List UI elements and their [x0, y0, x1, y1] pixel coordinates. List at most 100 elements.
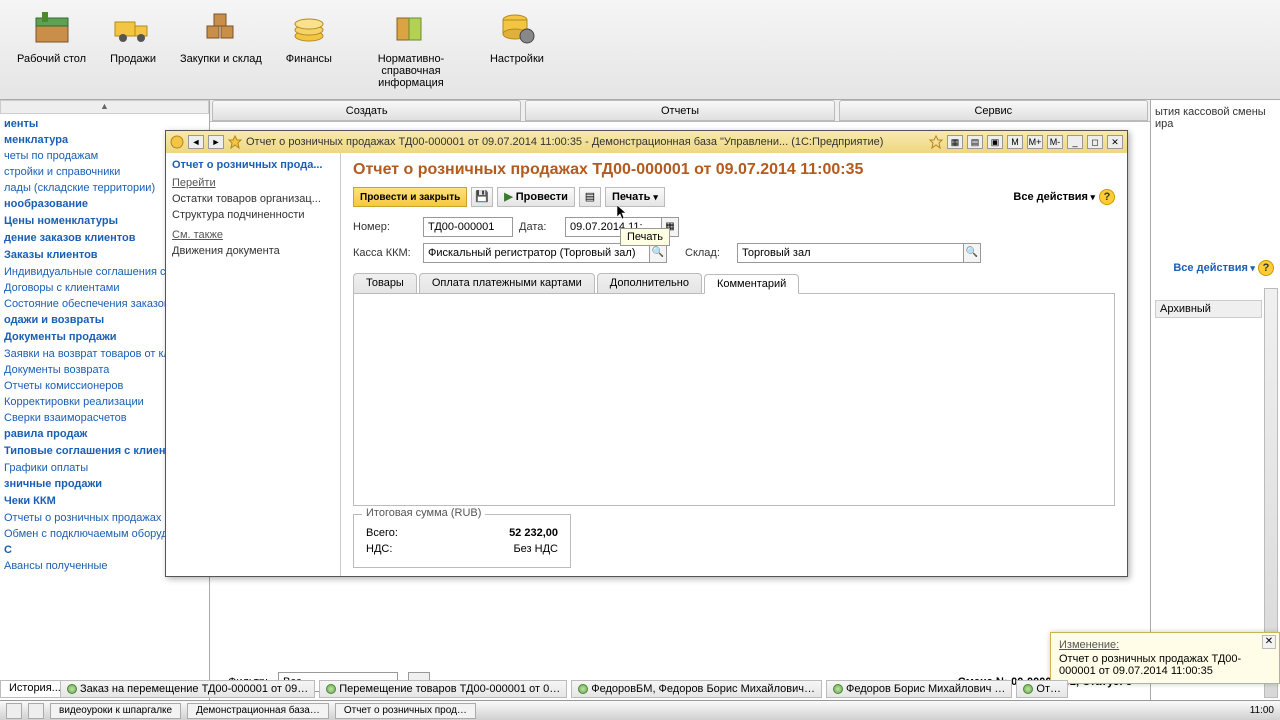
print-button[interactable]: Печать [605, 187, 665, 207]
breadcrumb-item[interactable]: Перемещение товаров ТД00-000001 от 0… [319, 680, 567, 698]
right-text-2: ира [1155, 118, 1276, 130]
nav-section-go: Перейти [172, 177, 334, 189]
tab-cards[interactable]: Оплата платежными картами [419, 273, 595, 293]
notification-title: Изменение: [1059, 639, 1271, 651]
breadcrumb-dot-icon [1023, 684, 1033, 694]
breadcrumb-dot-icon [326, 684, 336, 694]
nav-sales[interactable]: Продажи [98, 0, 168, 99]
tab-service[interactable]: Сервис [839, 100, 1148, 121]
warehouse-label: Склад: [685, 247, 731, 259]
window-titlebar[interactable]: ◄ ► Отчет о розничных продажах ТД00-0000… [166, 131, 1127, 153]
archive-column-header[interactable]: Архивный [1155, 300, 1262, 318]
nav-purchases[interactable]: Закупки и склад [168, 0, 274, 99]
scroll-up-button[interactable]: ▲ [0, 100, 209, 114]
kkm-input[interactable] [423, 243, 649, 263]
back-button[interactable]: ◄ [188, 135, 204, 149]
total-label: Всего: [366, 527, 398, 539]
help-icon[interactable]: ? [1258, 260, 1274, 276]
number-label: Номер: [353, 221, 417, 233]
star-icon[interactable] [228, 135, 242, 149]
doc-tabs: Товары Оплата платежными картами Дополни… [353, 273, 1115, 293]
nav-link-movements[interactable]: Движения документа [172, 243, 334, 259]
totals-legend: Итоговая сумма (RUB) [362, 507, 485, 519]
window-title: Отчет о розничных продажах ТД00-000001 о… [246, 136, 925, 148]
nav-settings[interactable]: Настройки [478, 0, 556, 99]
nav-finance[interactable]: Финансы [274, 0, 344, 99]
help-button[interactable]: ? [1099, 189, 1115, 205]
all-actions-right[interactable]: Все действия ? [1173, 260, 1274, 276]
folders-icon [391, 8, 431, 48]
close-button[interactable]: ✕ [1107, 135, 1123, 149]
desktop-icon [32, 8, 72, 48]
post-icon: ▶ [504, 188, 512, 206]
os-task-3[interactable]: Отчет о розничных прод… [335, 703, 476, 719]
breadcrumb-dot-icon [578, 684, 588, 694]
nav-desktop[interactable]: Рабочий стол [5, 0, 98, 99]
vat-label: НДС: [366, 543, 392, 555]
all-actions-button[interactable]: Все действия [1013, 191, 1095, 203]
number-input[interactable] [423, 217, 513, 237]
section-tabs: Создать Отчеты Сервис [210, 100, 1150, 122]
post-button[interactable]: ▶ Провести [497, 187, 575, 207]
start-button[interactable] [6, 703, 22, 719]
tb-mminus[interactable]: M- [1047, 135, 1063, 149]
tb-tool-1[interactable]: ▦ [947, 135, 963, 149]
truck-icon [113, 8, 153, 48]
notification-popup[interactable]: ✕ Изменение: Отчет о розничных продажах … [1050, 632, 1280, 684]
tab-comment[interactable]: Комментарий [704, 274, 799, 294]
breadcrumb-item[interactable]: От… [1016, 680, 1068, 698]
maximize-button[interactable]: ◻ [1087, 135, 1103, 149]
breadcrumb-item[interactable]: Федоров Борис Михайлович … [826, 680, 1012, 698]
nav-link-balances[interactable]: Остатки товаров организац... [172, 191, 334, 207]
breadcrumb-dot-icon [833, 684, 843, 694]
breadcrumb-item[interactable]: Заказ на перемещение ТД00-000001 от 09… [60, 680, 315, 698]
totals-group: Итоговая сумма (RUB) Всего: 52 232,00 НД… [353, 514, 571, 568]
boxes-icon [201, 8, 241, 48]
kkm-lookup-button[interactable]: 🔍 [649, 243, 667, 263]
form-button[interactable]: ▤ [579, 187, 601, 207]
favorite-icon[interactable] [929, 135, 943, 149]
tab-goods[interactable]: Товары [353, 273, 417, 293]
os-task-1[interactable]: видеоуроки к шпаргалке [50, 703, 181, 719]
os-taskbar: видеоуроки к шпаргалке Демонстрационная … [0, 700, 1280, 720]
vat-value: Без НДС [513, 543, 558, 555]
warehouse-input[interactable] [737, 243, 963, 263]
breadcrumb-bar: Заказ на перемещение ТД00-000001 от 09…П… [60, 680, 1276, 698]
notification-body: Отчет о розничных продажах ТД00-000001 о… [1059, 653, 1271, 677]
tab-create[interactable]: Создать [212, 100, 521, 121]
warehouse-lookup-button[interactable]: 🔍 [963, 243, 981, 263]
minimize-button[interactable]: _ [1067, 135, 1083, 149]
right-panel: ытия кассовой смены ира Все действия ? А… [1150, 100, 1280, 700]
doc-heading: Отчет о розничных продажах ТД00-000001 о… [353, 161, 1115, 179]
database-gear-icon [497, 8, 537, 48]
comment-textarea[interactable] [353, 293, 1115, 506]
doc-nav-title: Отчет о розничных прода... [172, 159, 334, 171]
tab-reports[interactable]: Отчеты [525, 100, 834, 121]
post-and-close-button[interactable]: Провести и закрыть [353, 187, 467, 207]
main-toolbar: Рабочий стол Продажи Закупки и склад Фин… [0, 0, 1280, 100]
tb-tool-2[interactable]: ▤ [967, 135, 983, 149]
forward-button[interactable]: ► [208, 135, 224, 149]
floppy-icon: 💾 [475, 191, 489, 203]
tb-tool-3[interactable]: ▣ [987, 135, 1003, 149]
form-icon: ▤ [585, 191, 595, 203]
total-value: 52 232,00 [509, 527, 558, 539]
explorer-button[interactable] [28, 703, 44, 719]
tb-m[interactable]: M [1007, 135, 1023, 149]
app-icon [170, 135, 184, 149]
os-task-2[interactable]: Демонстрационная база… [187, 703, 329, 719]
tb-mplus[interactable]: M+ [1027, 135, 1043, 149]
nav-reference[interactable]: Нормативно-справочная информация [344, 0, 478, 99]
nav-link-structure[interactable]: Структура подчиненности [172, 207, 334, 223]
save-button[interactable]: 💾 [471, 187, 493, 207]
breadcrumb-item[interactable]: ФедоровБМ, Федоров Борис Михайлович… [571, 680, 822, 698]
date-label: Дата: [519, 221, 559, 233]
right-text-1: ытия кассовой смены [1155, 106, 1276, 118]
tab-extra[interactable]: Дополнительно [597, 273, 702, 293]
print-tooltip: Печать [620, 228, 670, 246]
notification-close-button[interactable]: ✕ [1262, 635, 1276, 649]
coins-icon [289, 8, 329, 48]
breadcrumb-dot-icon [67, 684, 77, 694]
doc-toolbar: Провести и закрыть 💾 ▶ Провести ▤ Печать… [353, 187, 1115, 207]
nav-section-seealso: См. также [172, 229, 334, 241]
